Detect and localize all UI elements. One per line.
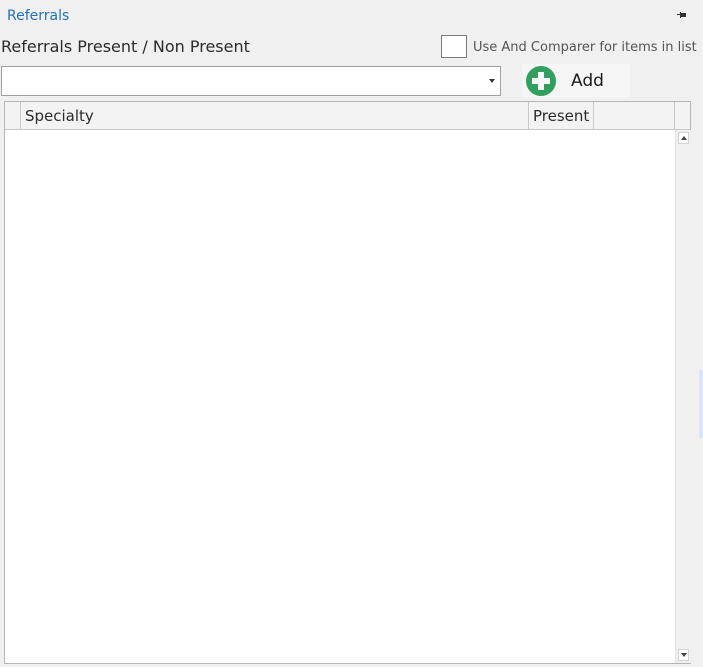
grid-header: Specialty Present (5, 102, 690, 130)
column-header-blank[interactable] (594, 102, 675, 129)
use-and-comparer-checkbox[interactable] (441, 35, 467, 58)
pin-icon[interactable] (677, 11, 686, 19)
grid-vertical-scrollbar[interactable] (675, 130, 691, 663)
scroll-up-button[interactable] (678, 132, 689, 144)
scroll-down-button[interactable] (678, 649, 689, 661)
row-selector-header[interactable] (5, 102, 21, 129)
chevron-down-icon[interactable] (489, 79, 495, 83)
referrals-grid[interactable]: Specialty Present (4, 101, 691, 664)
add-button-label: Add (571, 71, 604, 91)
column-header-present[interactable]: Present (529, 102, 594, 129)
specialty-dropdown[interactable] (1, 66, 501, 96)
use-and-comparer-label: Use And Comparer for items in list (473, 40, 697, 55)
add-button[interactable]: Add (522, 64, 630, 98)
column-header-specialty[interactable]: Specialty (21, 102, 529, 129)
panel-title: Referrals (7, 8, 70, 24)
section-heading: Referrals Present / Non Present (1, 37, 250, 56)
plus-circle-icon (526, 66, 556, 96)
side-panel-tab[interactable] (699, 370, 703, 438)
